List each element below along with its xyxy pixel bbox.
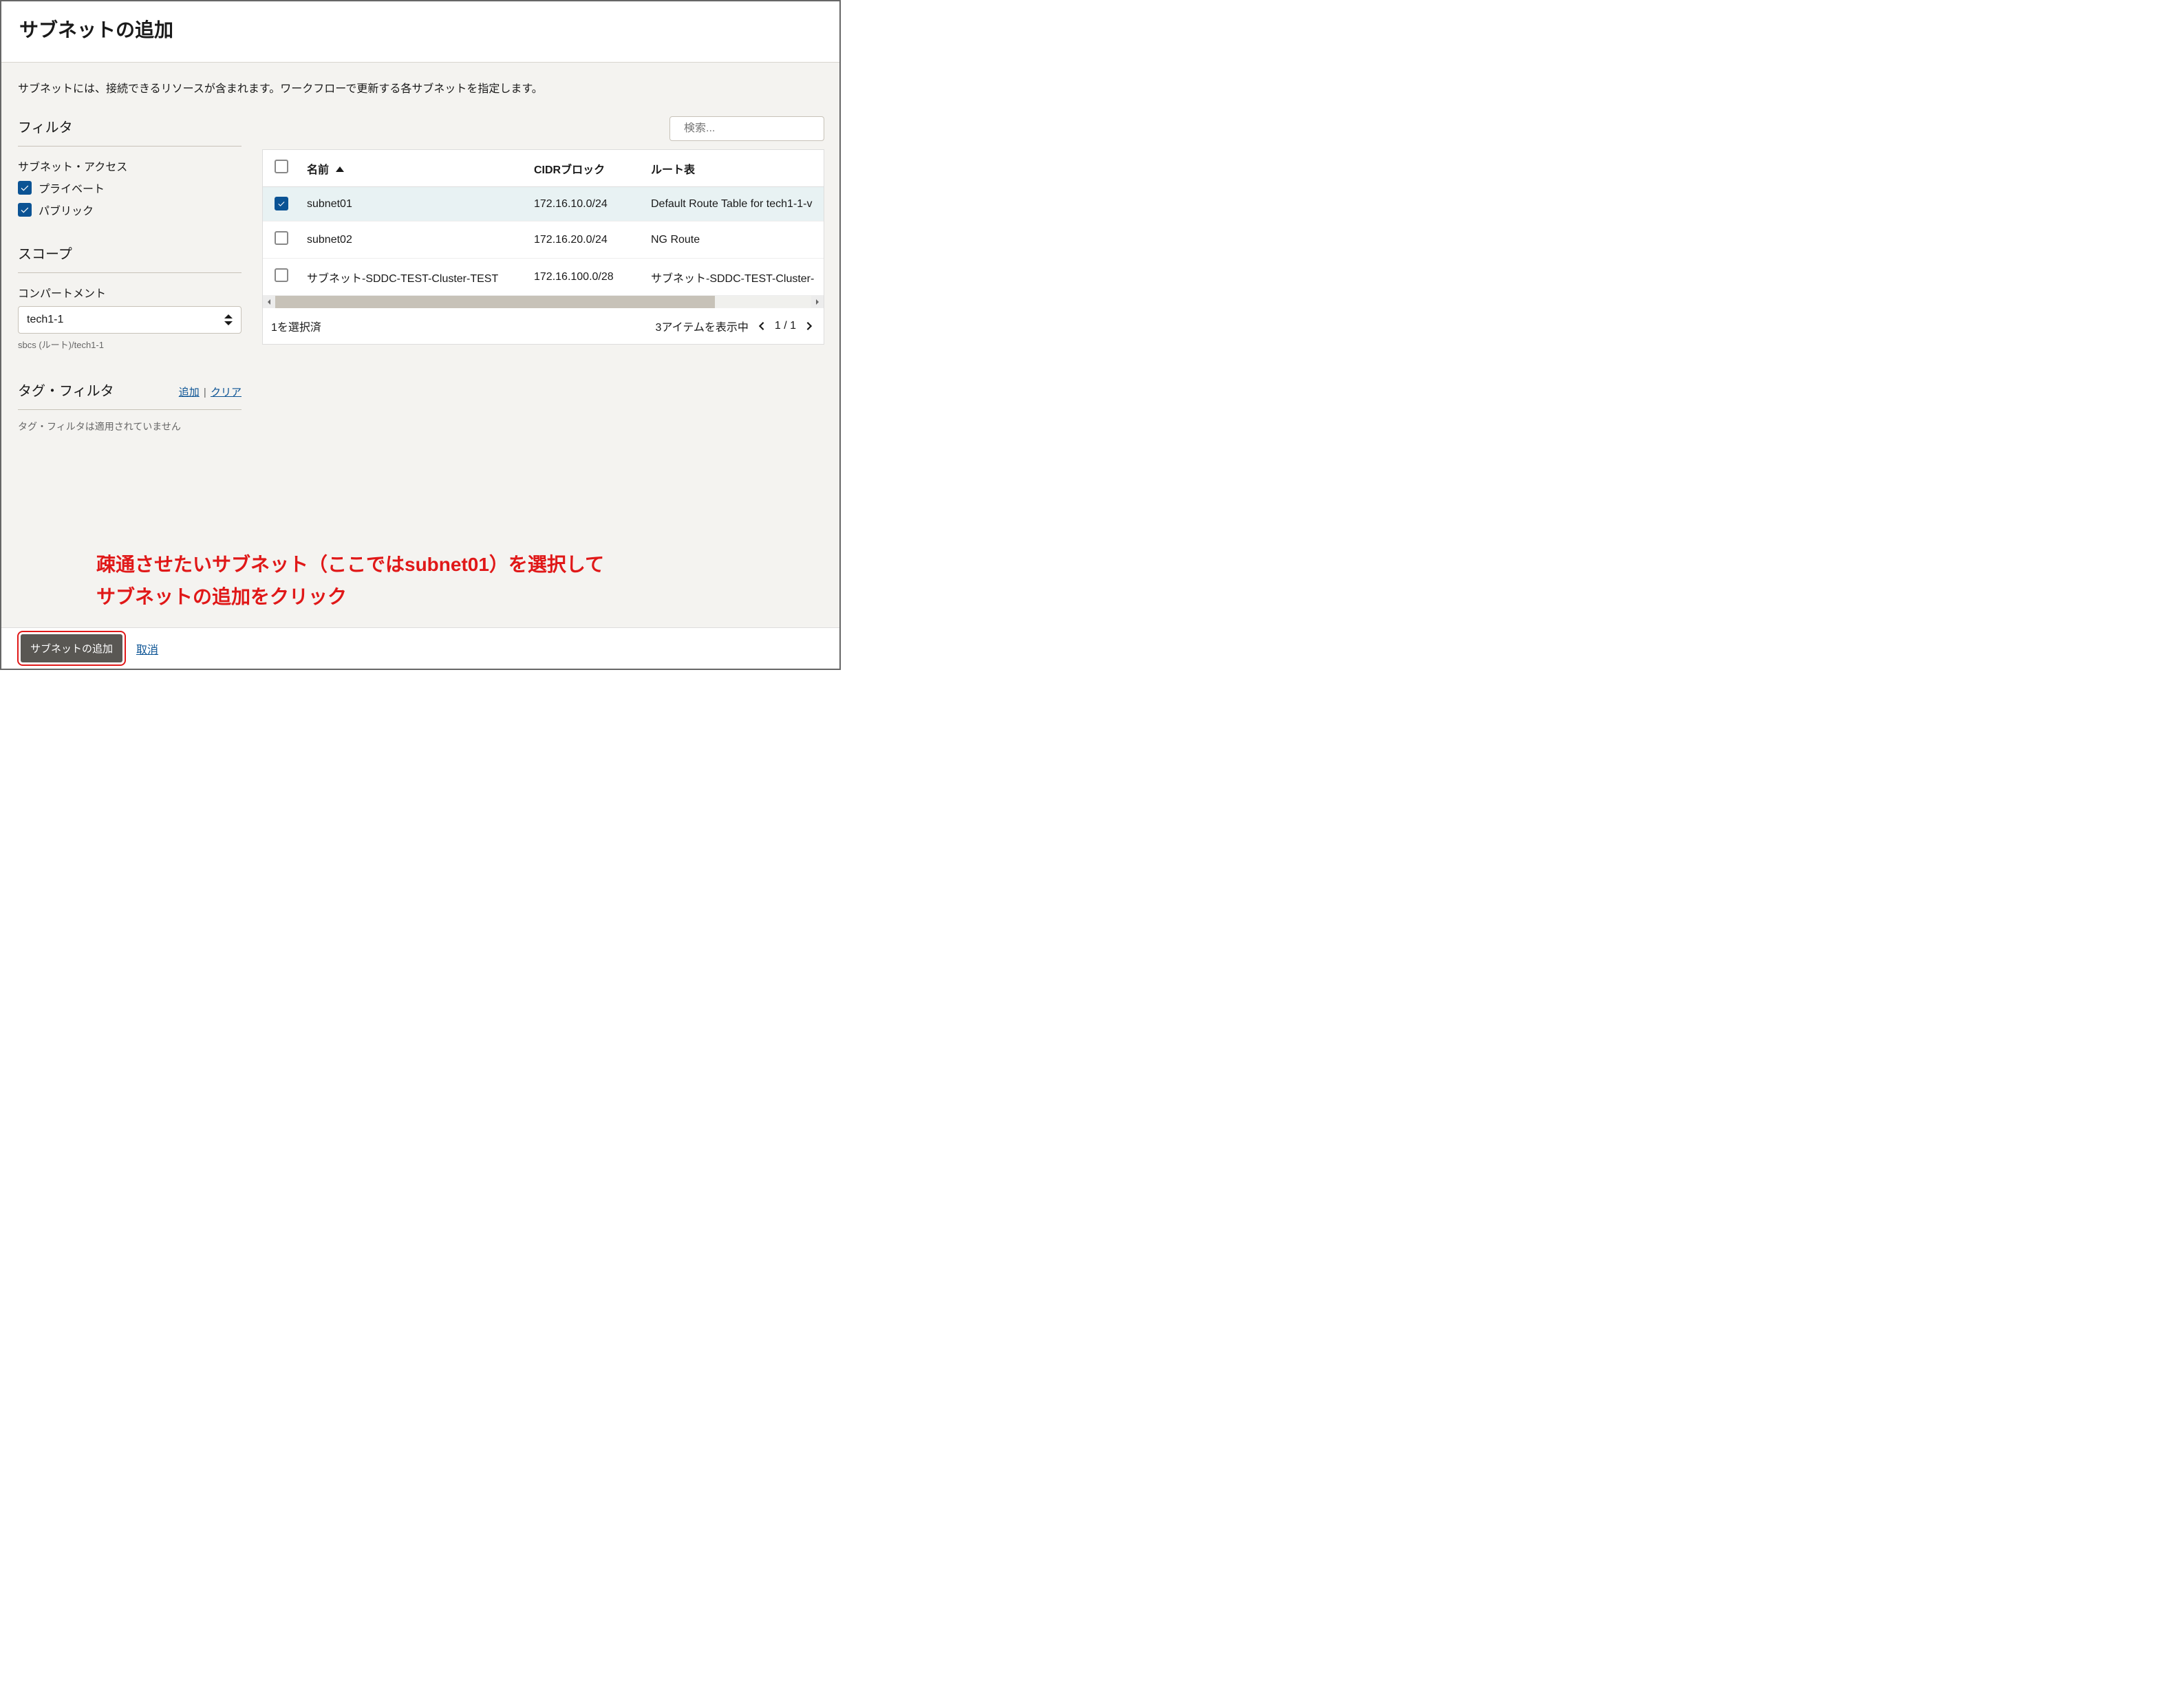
scroll-track[interactable] [275,296,811,308]
row-checkbox[interactable] [275,197,288,210]
checkbox-private[interactable]: プライベート [18,180,242,196]
row-checkbox[interactable] [275,268,288,282]
pagination: 3アイテムを表示中 1 / 1 [656,318,815,334]
tag-separator: | [204,387,206,398]
cancel-link[interactable]: 取消 [136,640,158,657]
row-checkbox[interactable] [275,231,288,245]
subnet-table: 名前 CIDRブロック ルート表 [262,149,824,345]
tag-filter-links: 追加 | クリア [179,385,242,399]
scroll-right-icon[interactable] [811,296,824,308]
filter-section-title: フィルタ [18,116,242,147]
tag-add-link[interactable]: 追加 [179,387,200,398]
column-route[interactable]: ルート表 [644,150,824,187]
checkbox-public-box[interactable] [18,203,32,217]
cell-cidr: 172.16.20.0/24 [527,221,644,259]
search-input[interactable] [684,122,826,135]
compartment-value: tech1-1 [27,314,63,326]
checkbox-public[interactable]: パブリック [18,202,242,218]
cell-cidr: 172.16.100.0/28 [527,259,644,296]
cell-route: サブネット-SDDC-TEST-Cluster- [644,259,824,296]
scroll-left-icon[interactable] [263,296,275,308]
page-prev-button[interactable] [755,320,768,332]
annotation-text: 疎通させたいサブネット（ここではsubnet01）を選択して サブネットの追加を… [96,548,604,614]
item-count: 3アイテムを表示中 [656,318,749,334]
cell-name: サブネット-SDDC-TEST-Cluster-TEST [300,259,527,296]
selected-count: 1を選択済 [271,318,321,334]
footer: サブネットの追加 取消 [1,627,839,669]
search-box[interactable] [669,116,824,141]
checkbox-private-box[interactable] [18,181,32,195]
column-name[interactable]: 名前 [300,150,527,187]
page-title: サブネットの追加 [19,15,822,43]
checkbox-public-label: パブリック [39,202,94,218]
scope-section-title: スコープ [18,243,242,273]
compartment-path: sbcs (ルート)/tech1-1 [18,338,242,351]
tag-filter-empty: タグ・フィルタは適用されていません [18,420,242,433]
cell-cidr: 172.16.10.0/24 [527,187,644,221]
scroll-thumb[interactable] [275,296,715,308]
subnet-access-label: サブネット・アクセス [18,158,242,174]
page-description: サブネットには、接続できるリソースが含まれます。ワークフローで更新する各サブネッ… [18,79,824,96]
page-next-button[interactable] [803,320,815,332]
tag-filter-title: タグ・フィルタ [18,380,114,400]
cell-name: subnet02 [300,221,527,259]
table-row[interactable]: サブネット-SDDC-TEST-Cluster-TEST 172.16.100.… [263,259,824,296]
select-chevrons-icon [224,314,233,325]
cell-name: subnet01 [300,187,527,221]
horizontal-scrollbar[interactable] [263,296,824,308]
add-subnet-button[interactable]: サブネットの追加 [21,634,122,662]
compartment-select[interactable]: tech1-1 [18,306,242,334]
compartment-label: コンパートメント [18,284,242,301]
cell-route: Default Route Table for tech1-1-v [644,187,824,221]
checkbox-private-label: プライベート [39,180,105,196]
sort-asc-icon [336,164,344,177]
table-row[interactable]: subnet01 172.16.10.0/24 Default Route Ta… [263,187,824,221]
column-cidr[interactable]: CIDRブロック [527,150,644,187]
cell-route: NG Route [644,221,824,259]
table-row[interactable]: subnet02 172.16.20.0/24 NG Route [263,221,824,259]
tag-clear-link[interactable]: クリア [211,387,242,398]
select-all-checkbox[interactable] [275,160,288,173]
page-indicator: 1 / 1 [775,320,796,332]
